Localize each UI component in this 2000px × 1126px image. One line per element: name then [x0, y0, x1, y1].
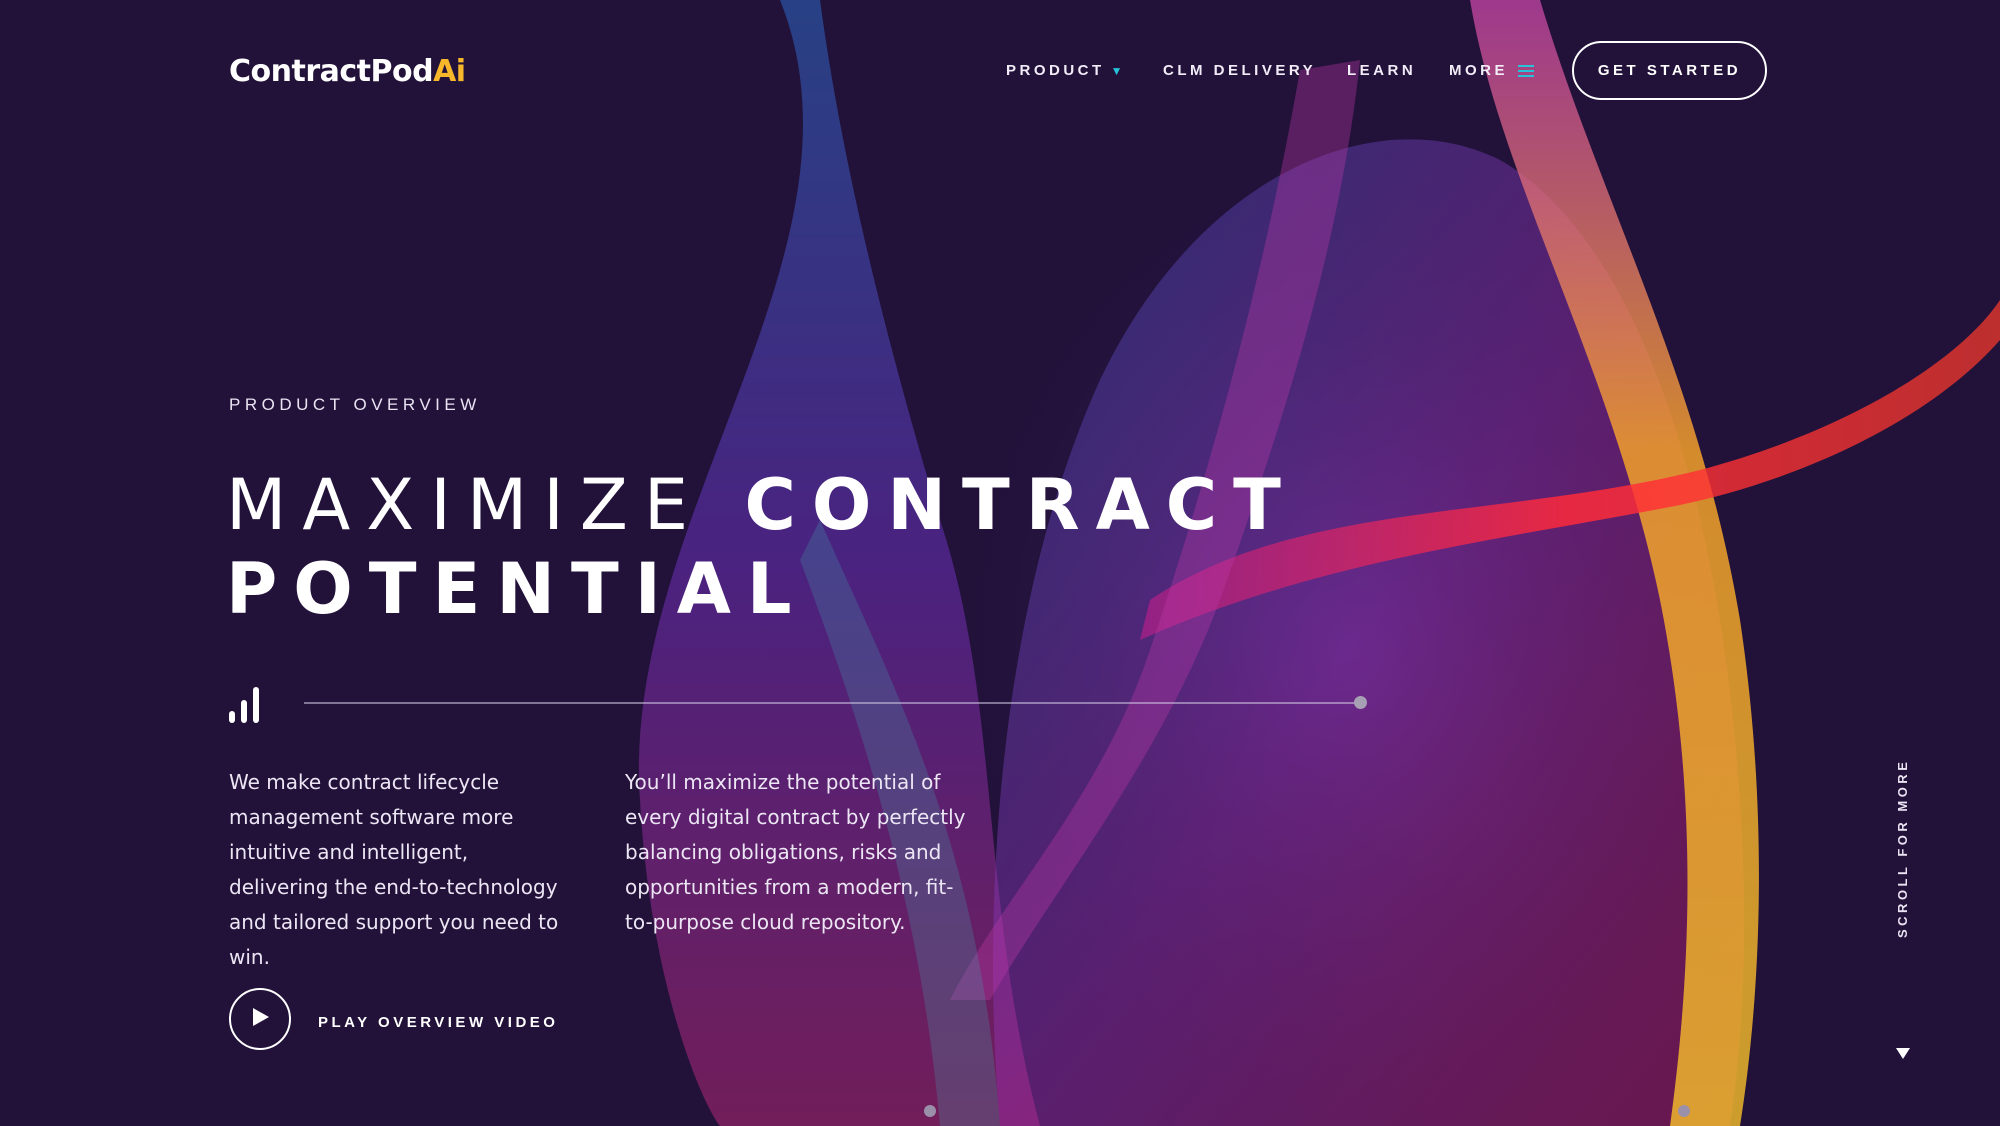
headline-bold-2: POTENTIAL [226, 548, 808, 630]
nav-item-label: PRODUCT [1006, 62, 1105, 79]
nav-item-learn[interactable]: LEARN [1347, 62, 1416, 79]
brand-name-main: ContractPod [229, 54, 434, 89]
play-icon [253, 1008, 269, 1026]
brand-name-accent: Ai [433, 54, 466, 89]
section-divider [304, 702, 1360, 704]
nav-item-label: MORE [1449, 62, 1508, 79]
caret-down-icon: ▼ [1110, 64, 1123, 78]
intro-paragraph-right: You’ll maximize the potential of every d… [625, 770, 966, 934]
page-eyebrow: PRODUCT OVERVIEW [229, 395, 481, 414]
nav-item-clm-delivery[interactable]: CLM DELIVERY [1163, 62, 1316, 79]
hamburger-menu-icon [1518, 62, 1534, 80]
hero-headline: MAXIMIZE CONTRACT POTENTIAL [226, 463, 1297, 631]
nav-item-label: CLM DELIVERY [1163, 62, 1317, 79]
decorative-dot [1678, 1105, 1690, 1117]
play-video-label[interactable]: PLAY OVERVIEW VIDEO [318, 1014, 558, 1031]
get-started-button[interactable]: GET STARTED [1572, 41, 1767, 100]
divider-end-dot [1354, 696, 1367, 709]
play-video-button[interactable] [229, 988, 291, 1050]
nav-item-more[interactable]: MORE [1449, 62, 1534, 80]
nav-item-label: LEARN [1347, 62, 1417, 79]
headline-bold-1: CONTRACT [744, 464, 1297, 546]
scroll-down-arrow-icon[interactable] [1896, 1048, 1910, 1059]
scroll-for-more-label[interactable]: SCROLL FOR MORE [1895, 759, 1910, 938]
brand-logo[interactable]: ContractPodAi [229, 54, 466, 89]
intro-paragraph-left: We make contract lifecycle management so… [229, 770, 559, 969]
headline-light: MAXIMIZE [226, 464, 705, 546]
decorative-dot [924, 1105, 936, 1117]
signal-bars-icon [229, 687, 259, 723]
nav-item-product[interactable]: PRODUCT ▼ [1006, 62, 1123, 79]
